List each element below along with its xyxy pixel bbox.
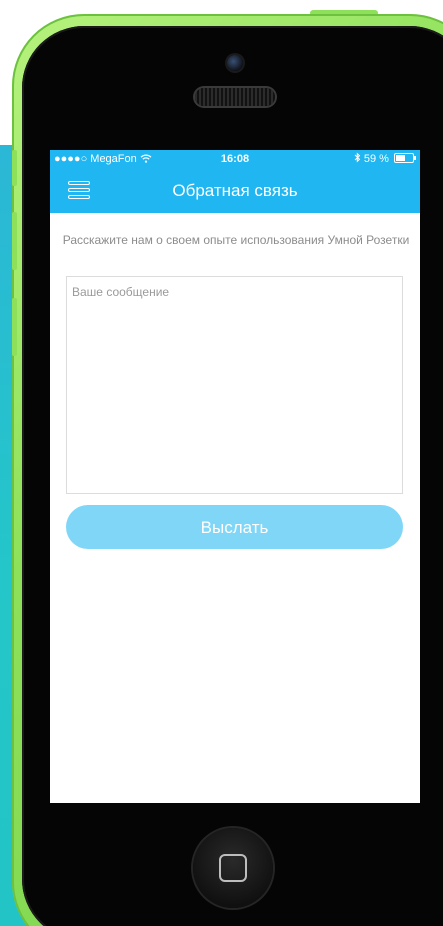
- battery-icon: [394, 153, 416, 163]
- mute-switch: [12, 150, 17, 186]
- volume-down-button: [12, 298, 17, 356]
- battery-percent: 59 %: [363, 153, 389, 165]
- send-button[interactable]: Выслать: [66, 505, 403, 549]
- phone-screen: ●●●●○ MegaFon 16:08 59 % Обратная связь …: [50, 150, 420, 803]
- navigation-bar: Обратная связь: [50, 169, 420, 213]
- status-bar: ●●●●○ MegaFon 16:08 59 %: [50, 150, 420, 169]
- volume-up-button: [12, 212, 17, 270]
- earpiece-speaker: [195, 88, 275, 106]
- battery-level: [396, 155, 405, 161]
- feedback-prompt: Расскажите нам о своем опыте использован…: [62, 233, 410, 247]
- hamburger-menu-icon[interactable]: [68, 180, 92, 200]
- page-title: Обратная связь: [172, 181, 298, 200]
- front-camera-icon: [227, 55, 243, 71]
- stage: ●●●●○ MegaFon 16:08 59 % Обратная связь …: [0, 0, 443, 926]
- home-square-icon: [219, 854, 247, 882]
- bluetooth-icon: [354, 152, 364, 165]
- message-input[interactable]: [66, 276, 403, 494]
- status-right: 59 %: [354, 150, 416, 169]
- home-button[interactable]: [193, 828, 273, 908]
